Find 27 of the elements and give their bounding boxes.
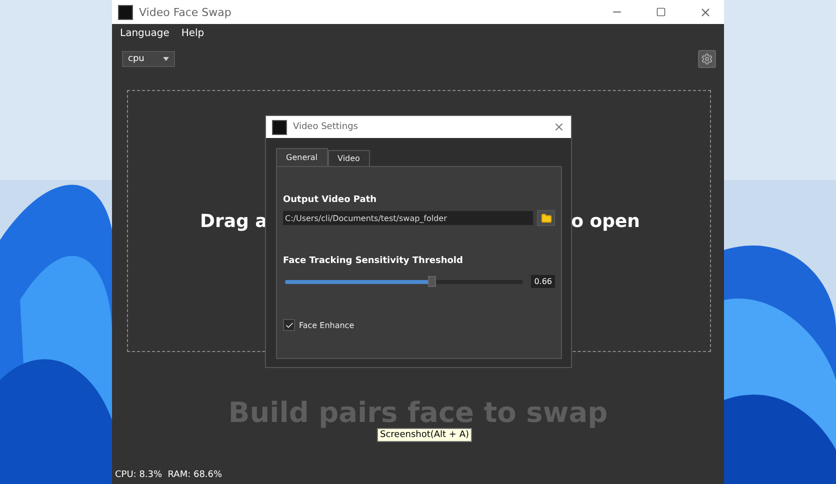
checkbox[interactable] <box>283 319 295 331</box>
app-icon <box>118 4 133 20</box>
gear-icon <box>701 53 713 65</box>
close-icon <box>698 6 712 18</box>
window-title: Video Face Swap <box>139 6 232 18</box>
device-dropdown[interactable]: cpu <box>122 51 175 67</box>
check-icon <box>284 320 294 330</box>
tab[interactable]: General <box>276 148 328 166</box>
dialog-title: Video Settings <box>293 122 359 132</box>
folder-icon <box>540 212 552 224</box>
maximize-icon <box>656 7 666 17</box>
tooltip: Screenshot(Alt + A) <box>377 428 472 442</box>
slider-value: 0.66 <box>531 275 555 288</box>
tab[interactable]: Video <box>328 150 370 166</box>
browse-button[interactable] <box>537 210 555 226</box>
slider-thumb[interactable] <box>428 276 436 286</box>
path-field[interactable]: C:/Users/cli/Documents/test/swap_folder <box>283 211 533 225</box>
app-icon <box>272 120 287 134</box>
menu-item[interactable]: Language <box>120 28 170 38</box>
status-text: CPU: 8.3% RAM: 68.6% <box>115 470 222 480</box>
field-label: Face Tracking Sensitivity Threshold <box>283 256 464 266</box>
settings-button[interactable] <box>698 50 716 68</box>
menu-item[interactable]: Help <box>181 28 204 38</box>
checkbox-label: Face Enhance <box>299 320 354 330</box>
close-icon[interactable] <box>553 121 565 133</box>
drop-text: o open <box>571 210 640 232</box>
field-label: Output Video Path <box>283 195 378 205</box>
